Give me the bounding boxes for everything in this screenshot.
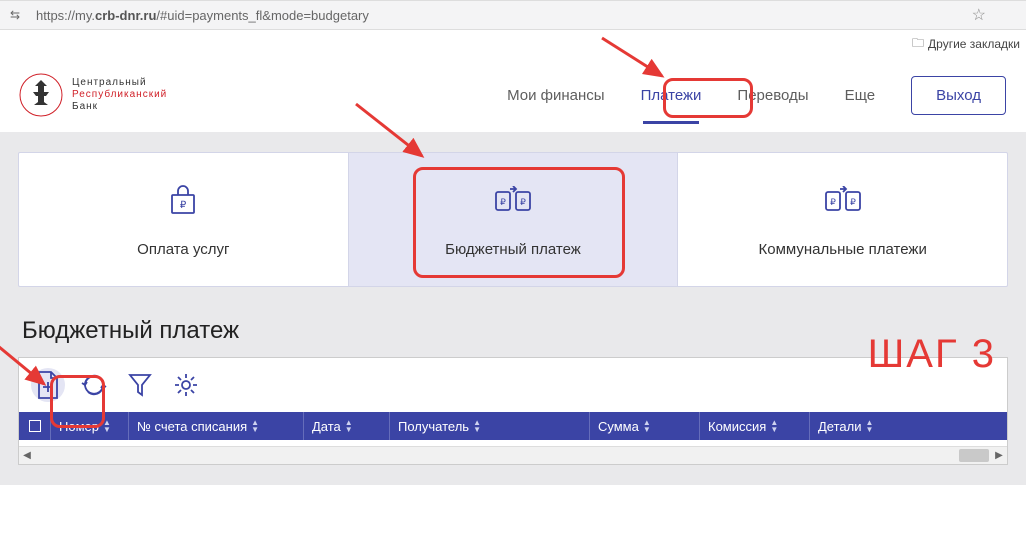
table-header: Номер▲▼ № счета списания▲▼ Дата▲▼ Получа… <box>19 412 1007 440</box>
tab-label: Оплата услуг <box>29 241 338 258</box>
select-all-checkbox[interactable] <box>19 412 51 440</box>
list-toolbar <box>19 358 1007 412</box>
column-amount[interactable]: Сумма▲▼ <box>590 412 700 440</box>
folder-icon: 🗀 <box>912 34 924 55</box>
site-header: Центральный Республиканский Банк Мои фин… <box>0 58 1026 132</box>
url-path: /#uid=payments_fl&mode=budgetary <box>156 8 368 23</box>
svg-text:₽: ₽ <box>180 200 187 211</box>
column-account[interactable]: № счета списания▲▼ <box>129 412 304 440</box>
refresh-button[interactable] <box>77 368 111 402</box>
column-details[interactable]: Детали▲▼ <box>810 412 1007 440</box>
bookmarks-bar: 🗀 Другие закладки <box>0 30 1026 58</box>
add-new-button[interactable] <box>31 368 65 402</box>
scroll-thumb[interactable] <box>959 449 989 462</box>
other-bookmarks-label[interactable]: Другие закладки <box>928 37 1020 51</box>
main-nav: Мои финансы Платежи Переводы Еще Выход <box>489 76 1006 115</box>
nav-item-finances[interactable]: Мои финансы <box>489 79 622 112</box>
site-info-icon[interactable]: ⇆ <box>10 8 26 22</box>
column-number[interactable]: Номер▲▼ <box>51 412 129 440</box>
url-domain: crb-dnr.ru <box>95 8 156 23</box>
tab-label: Бюджетный платеж <box>359 241 668 258</box>
svg-text:₽: ₽ <box>830 197 836 207</box>
utility-payment-icon: ₽₽ <box>688 183 997 219</box>
payment-type-tabs: ₽ Оплата услуг ₽₽ Бюджетный платеж ₽₽ Ко… <box>18 152 1008 287</box>
bank-logo[interactable]: Центральный Республиканский Банк <box>18 72 167 118</box>
filter-button[interactable] <box>123 368 157 402</box>
scroll-left-icon[interactable]: ◀ <box>19 450 35 461</box>
nav-item-more[interactable]: Еще <box>827 79 894 112</box>
nav-item-transfers[interactable]: Переводы <box>719 79 826 112</box>
payments-list-box: Номер▲▼ № счета списания▲▼ Дата▲▼ Получа… <box>18 357 1008 465</box>
section-title: Бюджетный платеж <box>22 317 1008 345</box>
scroll-right-icon[interactable]: ▶ <box>991 450 1007 461</box>
horizontal-scrollbar[interactable]: ◀ ▶ <box>19 446 1007 464</box>
content-area: ₽ Оплата услуг ₽₽ Бюджетный платеж ₽₽ Ко… <box>0 132 1026 485</box>
step-label: ШАГ 3 <box>868 332 996 377</box>
logo-emblem-icon <box>18 72 64 118</box>
bag-icon: ₽ <box>29 183 338 219</box>
url-prefix: https://my. <box>36 8 95 23</box>
tab-utility-payments[interactable]: ₽₽ Коммунальные платежи <box>678 153 1007 286</box>
column-commission[interactable]: Комиссия▲▼ <box>700 412 810 440</box>
column-recipient[interactable]: Получатель▲▼ <box>390 412 590 440</box>
svg-text:₽: ₽ <box>520 197 526 207</box>
settings-button[interactable] <box>169 368 203 402</box>
logo-text: Центральный Республиканский Банк <box>72 77 167 113</box>
svg-text:₽: ₽ <box>500 197 506 207</box>
tab-label: Коммунальные платежи <box>688 241 997 258</box>
svg-text:₽: ₽ <box>850 197 856 207</box>
budget-payment-icon: ₽₽ <box>359 183 668 219</box>
nav-item-payments[interactable]: Платежи <box>623 79 720 112</box>
column-date[interactable]: Дата▲▼ <box>304 412 390 440</box>
browser-url-bar: ⇆ https://my.crb-dnr.ru/#uid=payments_fl… <box>0 0 1026 30</box>
bookmark-star-icon[interactable]: ☆ <box>972 5 986 25</box>
tab-services[interactable]: ₽ Оплата услуг <box>19 153 349 286</box>
url-text[interactable]: https://my.crb-dnr.ru/#uid=payments_fl&m… <box>36 8 962 23</box>
logout-button[interactable]: Выход <box>911 76 1006 115</box>
tab-budget-payment[interactable]: ₽₽ Бюджетный платеж <box>349 153 679 286</box>
